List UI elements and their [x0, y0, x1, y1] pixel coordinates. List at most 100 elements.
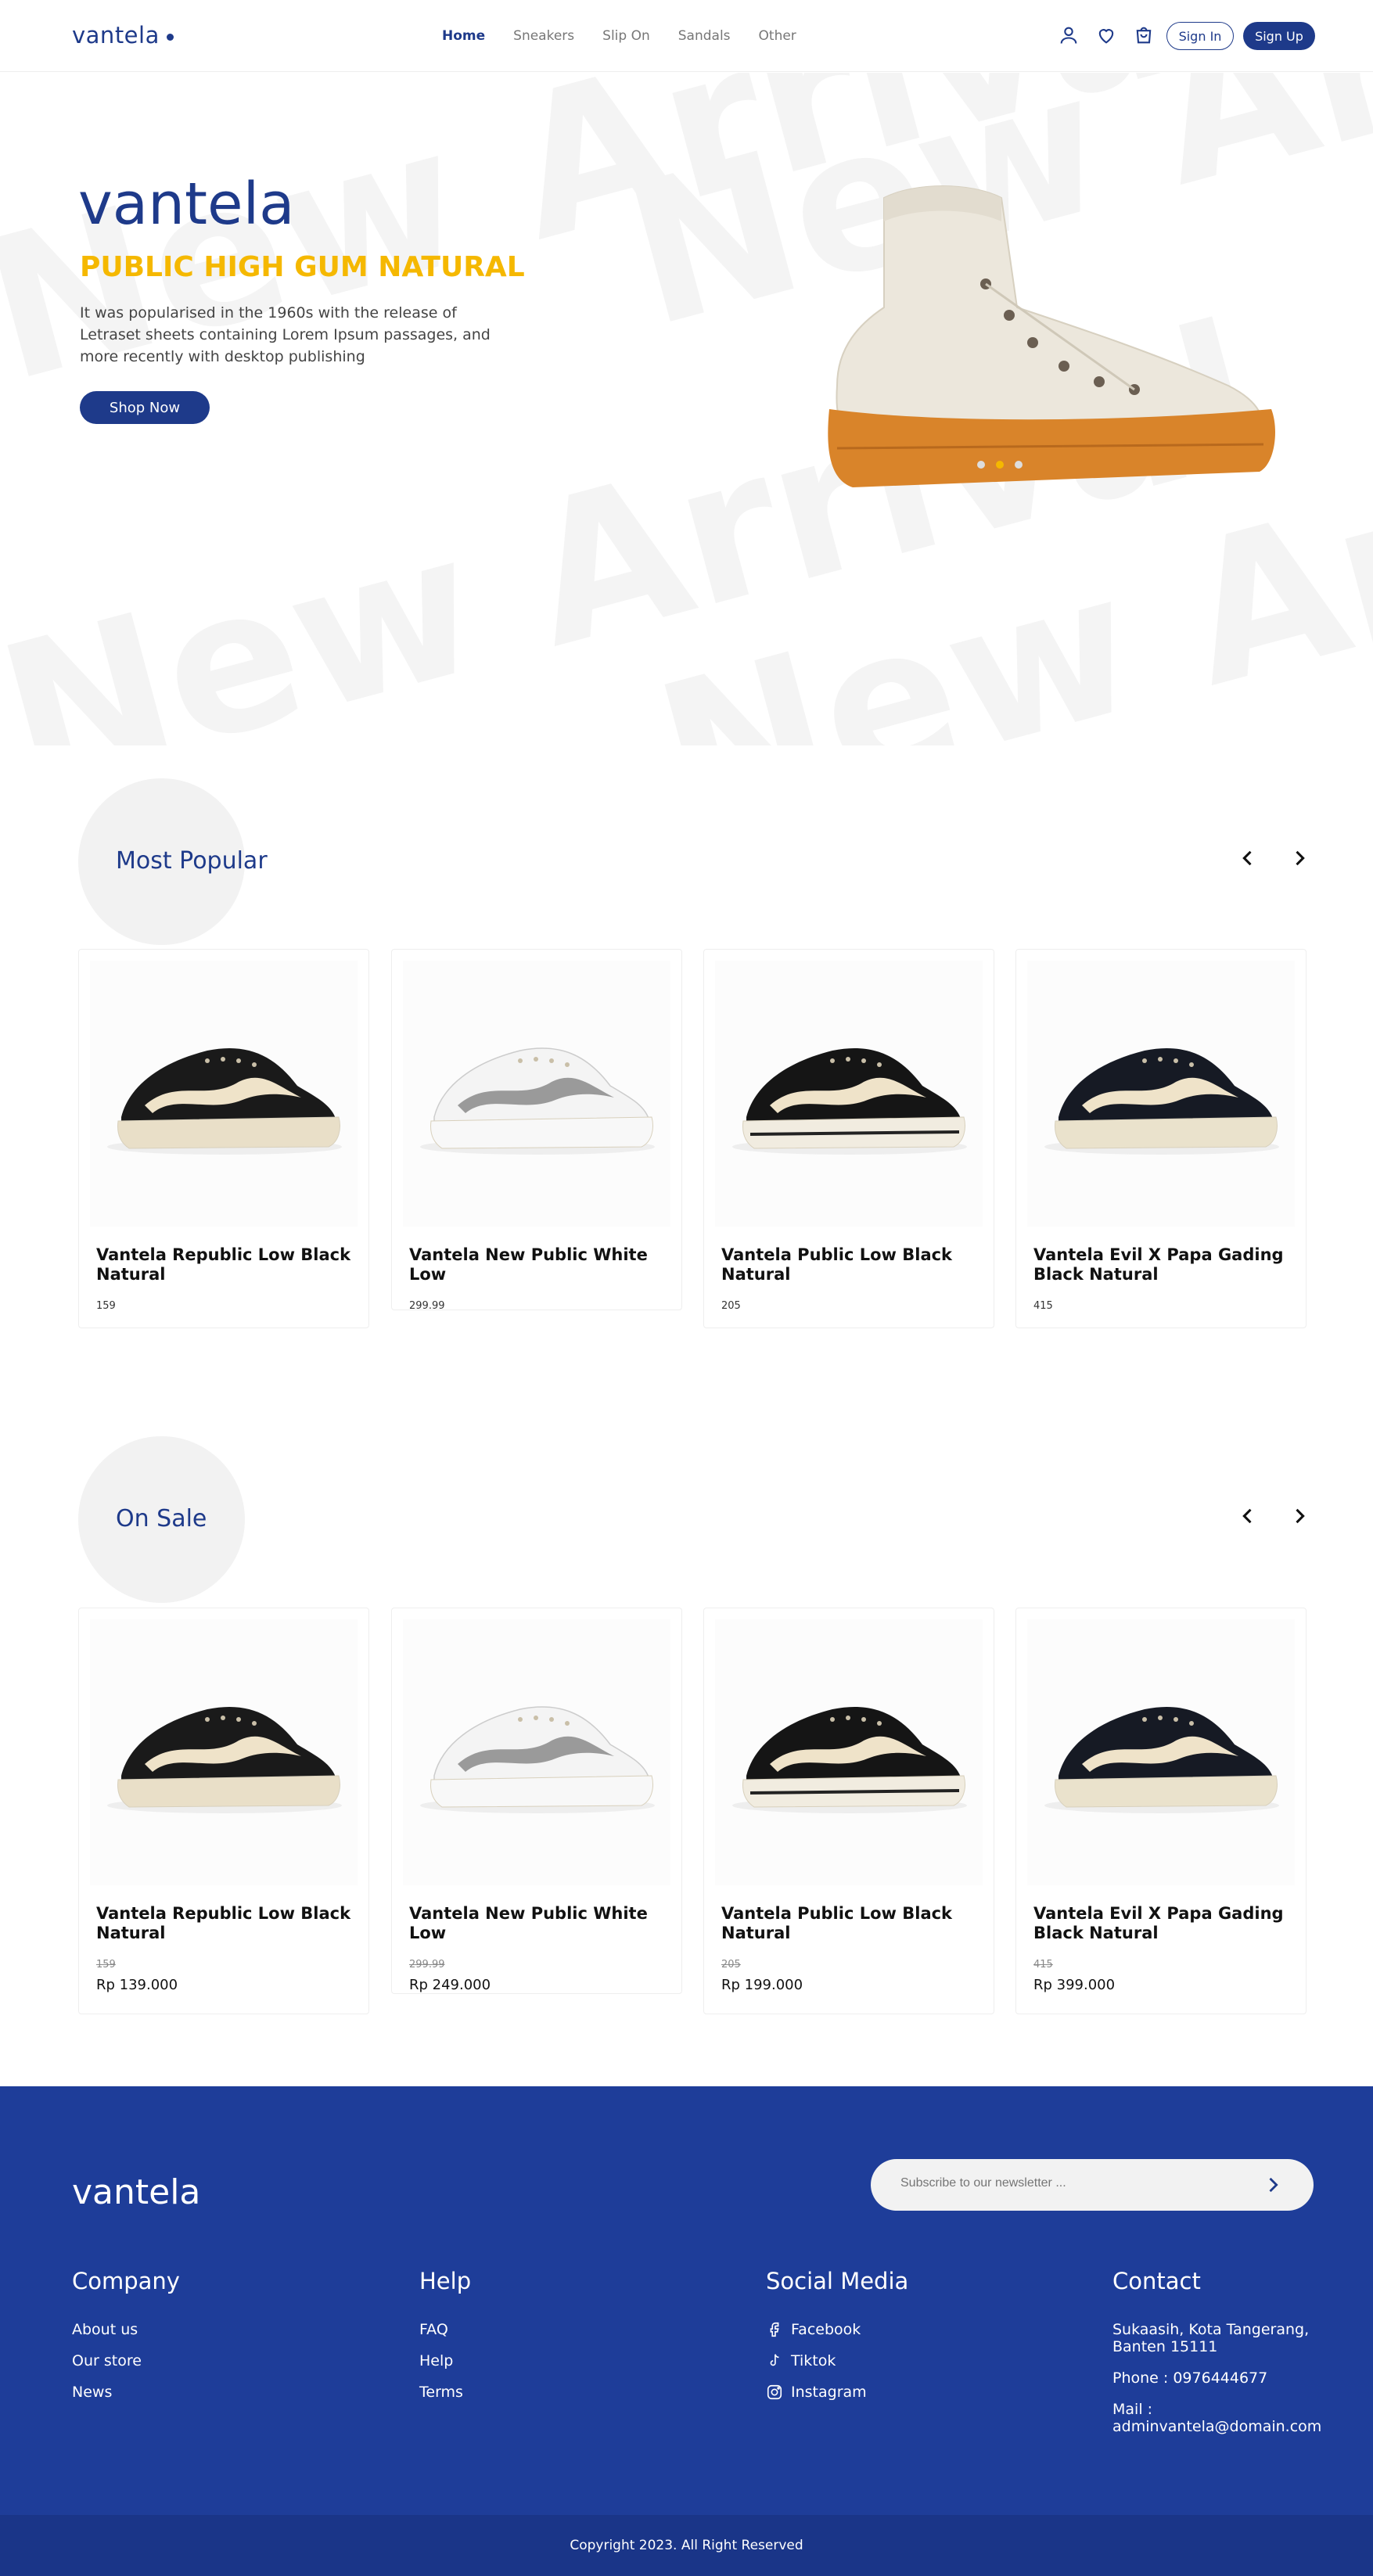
footer-link-facebook[interactable]: Facebook [766, 2321, 908, 2338]
chevron-right-icon[interactable] [1289, 1505, 1310, 1527]
sign-up-button[interactable]: Sign Up [1243, 22, 1315, 50]
heart-icon[interactable] [1095, 24, 1117, 46]
site-header: vantela Home Sneakers Slip On Sandals Ot… [0, 0, 1373, 72]
product-image [403, 1619, 670, 1885]
product-price: 415 [1033, 1300, 1053, 1312]
product-name: Vantela Republic Low Black Natural [96, 1245, 351, 1284]
product-price: 299.99 [409, 1300, 445, 1312]
footer-link-store[interactable]: Our store [72, 2352, 180, 2369]
product-card[interactable]: Vantela Evil X Papa Gading Black Natural… [1015, 949, 1307, 1328]
main-nav: Home Sneakers Slip On Sandals Other [442, 28, 796, 44]
product-image [90, 961, 358, 1227]
instagram-icon [767, 2384, 782, 2400]
footer-link-terms[interactable]: Terms [419, 2384, 471, 2401]
footer-link-news[interactable]: News [72, 2384, 180, 2401]
product-image [403, 961, 670, 1227]
hero-banner: New Arrival New Arrival New Arrival New … [0, 73, 1373, 745]
sign-in-button[interactable]: Sign In [1166, 22, 1234, 50]
carousel-arrows [1237, 847, 1310, 869]
footer-link-faq[interactable]: FAQ [419, 2321, 471, 2338]
copyright: Copyright 2023. All Right Reserved [0, 2515, 1373, 2576]
page: vantela Home Sneakers Slip On Sandals Ot… [0, 0, 1373, 2576]
product-image [1027, 1619, 1295, 1885]
section-title: Most Popular [116, 847, 268, 875]
product-name: Vantela Evil X Papa Gading Black Natural [1033, 1904, 1284, 1942]
chevron-right-icon[interactable] [1262, 2174, 1284, 2196]
product-name: Vantela New Public White Low [409, 1904, 648, 1942]
shoe-illustration [420, 1047, 655, 1155]
product-sale-price: Rp 139.000 [96, 1977, 178, 1993]
hero-description: It was popularised in the 1960s with the… [80, 304, 491, 365]
tiktok-icon [770, 2354, 779, 2366]
product-card[interactable]: Vantela New Public White Low 299.99 Rp 2… [391, 1608, 682, 1994]
contact-mail: Mail : adminvantela@domain.com [1112, 2401, 1322, 2435]
user-icon[interactable] [1058, 24, 1080, 46]
footer-link-about[interactable]: About us [72, 2321, 180, 2338]
product-name: Vantela Evil X Papa Gading Black Natural [1033, 1245, 1284, 1284]
footer-link-label: Instagram [791, 2384, 867, 2401]
cart-icon[interactable] [1133, 24, 1155, 46]
nav-sandals[interactable]: Sandals [678, 28, 731, 44]
carousel-arrows [1237, 1505, 1310, 1527]
footer-link-label: Facebook [791, 2321, 861, 2338]
nav-slip-on[interactable]: Slip On [602, 28, 650, 44]
product-old-price: 205 [721, 1959, 741, 1971]
product-card[interactable]: Vantela Republic Low Black Natural 159 [78, 949, 369, 1328]
hero-title: PUBLIC HIGH GUM NATURAL [80, 251, 525, 283]
product-sale-price: Rp 399.000 [1033, 1977, 1116, 1993]
carousel-dot[interactable] [1015, 461, 1023, 469]
carousel-dots [977, 461, 1023, 469]
product-card[interactable]: Vantela Evil X Papa Gading Black Natural… [1015, 1608, 1307, 2014]
product-card[interactable]: Vantela New Public White Low 299.99 [391, 949, 682, 1312]
hero-brand: vantela [78, 171, 295, 238]
most-popular-header: Most Popular [78, 778, 1310, 947]
nav-other[interactable]: Other [759, 28, 796, 44]
shop-now-button[interactable]: Shop Now [80, 391, 210, 424]
footer-logo[interactable]: vantela [72, 2172, 200, 2212]
newsletter-form [871, 2159, 1314, 2211]
footer-link-instagram[interactable]: Instagram [766, 2384, 908, 2401]
header-icons [1058, 24, 1155, 46]
product-name: Vantela New Public White Low [409, 1245, 648, 1284]
product-sale-price: Rp 199.000 [721, 1977, 803, 1993]
chevron-left-icon[interactable] [1237, 1505, 1259, 1527]
footer-link-label: Tiktok [791, 2352, 836, 2369]
product-card[interactable]: Vantela Public Low Black Natural 205 [703, 949, 994, 1328]
carousel-dot-active[interactable] [996, 461, 1004, 469]
product-old-price: 159 [96, 1959, 116, 1971]
nav-sneakers[interactable]: Sneakers [513, 28, 574, 44]
shoe-illustration [1044, 1048, 1279, 1155]
product-card[interactable]: Vantela Republic Low Black Natural 159 R… [78, 1608, 369, 2014]
footer-heading: Social Media [766, 2268, 909, 2294]
facebook-icon [770, 2322, 779, 2337]
carousel-dot[interactable] [977, 461, 985, 469]
nav-home[interactable]: Home [442, 28, 485, 44]
on-sale-header: On Sale [78, 1436, 1310, 1604]
footer-help: Help FAQ Help Terms [419, 2268, 471, 2415]
contact-address: Sukaasih, Kota Tangerang, Banten 15111 [1112, 2321, 1310, 2355]
product-image [715, 1619, 983, 1885]
footer-link-tiktok[interactable]: Tiktok [766, 2352, 908, 2369]
chevron-right-icon[interactable] [1289, 847, 1310, 869]
product-image [90, 1619, 358, 1885]
site-footer: vantela Company About us Our store News … [0, 2086, 1373, 2515]
product-old-price: 415 [1033, 1959, 1053, 1971]
product-image [1027, 961, 1295, 1227]
footer-social: Social Media Facebook Tiktok Instagram [766, 2268, 908, 2415]
footer-heading: Company [72, 2268, 180, 2294]
footer-heading: Help [419, 2268, 472, 2294]
shoe-illustration [420, 1706, 655, 1813]
logo[interactable]: vantela [72, 22, 174, 49]
section-title: On Sale [116, 1505, 207, 1532]
shoe-illustration [732, 1707, 967, 1813]
footer-link-help[interactable]: Help [419, 2352, 471, 2369]
newsletter-input[interactable] [900, 2176, 1245, 2190]
product-sale-price: Rp 249.000 [409, 1977, 491, 1993]
chevron-left-icon[interactable] [1237, 847, 1259, 869]
hero-shoe-image [828, 185, 1275, 487]
footer-company: Company About us Our store News [72, 2268, 180, 2415]
product-price: 159 [96, 1300, 116, 1312]
product-price: 205 [721, 1300, 741, 1312]
product-card[interactable]: Vantela Public Low Black Natural 205 Rp … [703, 1608, 994, 2014]
product-old-price: 299.99 [409, 1959, 445, 1971]
